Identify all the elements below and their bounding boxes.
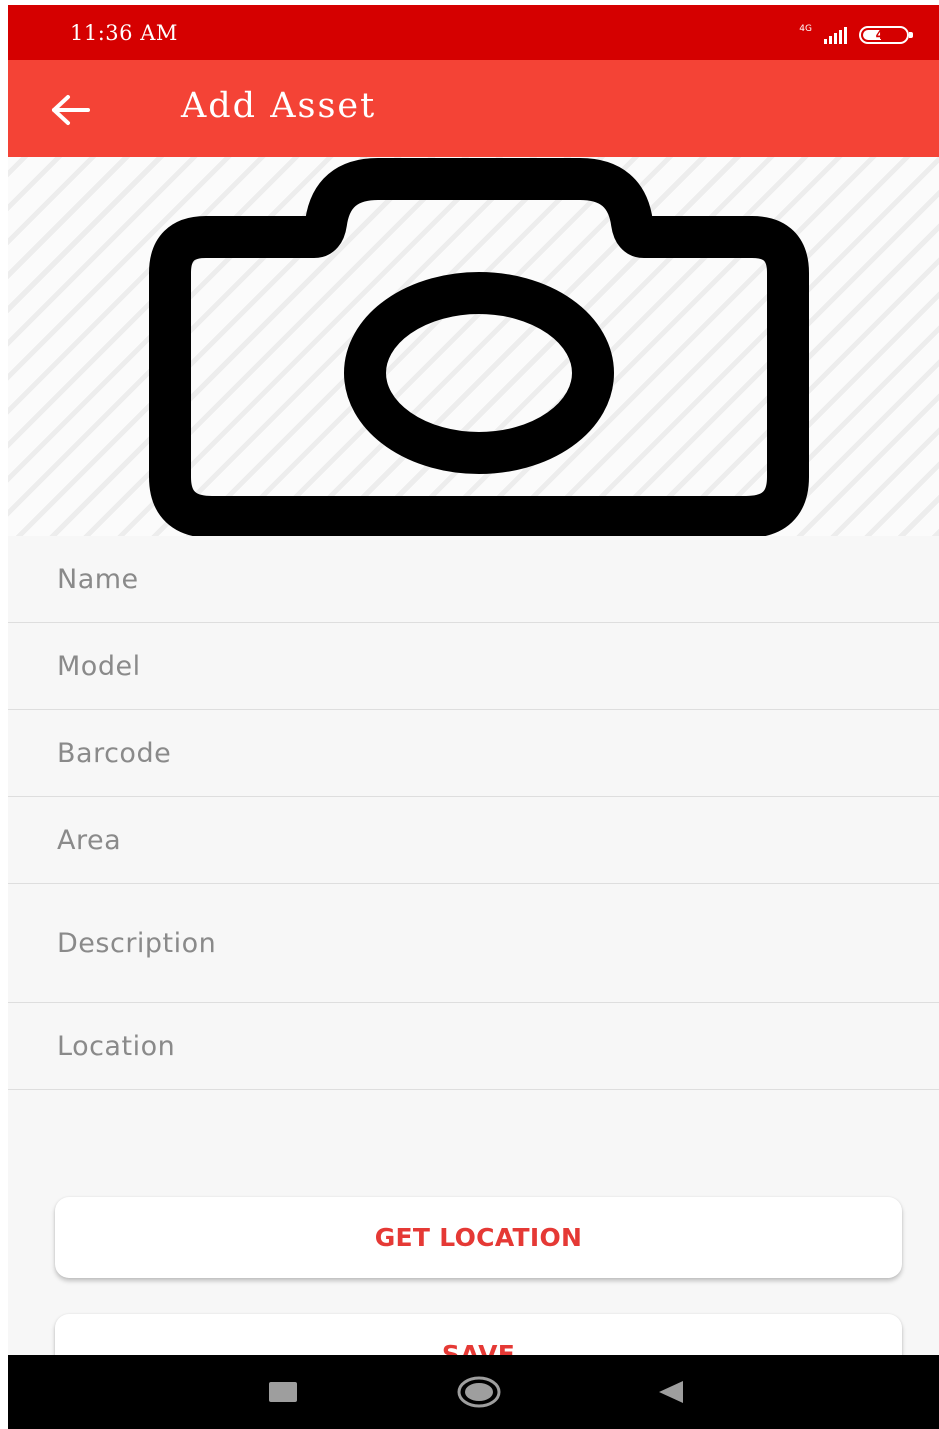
phone-screen: 11:36 AM 4G 41 Add Asset Name Model Barc… [8, 5, 939, 1429]
square-icon [269, 1382, 297, 1402]
asset-photo-picker[interactable] [8, 157, 939, 537]
back-button[interactable] [48, 88, 108, 132]
circle-icon [457, 1376, 501, 1408]
model-input[interactable] [8, 623, 939, 709]
system-nav-bar [8, 1355, 939, 1429]
location-input[interactable] [8, 1003, 939, 1089]
arrow-left-icon [52, 95, 90, 125]
recents-button[interactable] [243, 1355, 323, 1429]
description-input[interactable] [8, 884, 939, 1002]
home-button[interactable] [439, 1355, 519, 1429]
status-time: 11:36 AM [70, 21, 178, 45]
area-input[interactable] [8, 797, 939, 883]
status-indicators: 4G 41 [799, 21, 913, 49]
camera-icon [149, 158, 809, 537]
network-type-label: 4G [799, 23, 812, 34]
battery-icon: 41 [859, 26, 913, 44]
area-field-row [8, 797, 939, 884]
triangle-back-icon [659, 1381, 683, 1403]
battery-level-text: 41 [875, 28, 893, 42]
page-title: Add Asset [181, 86, 377, 126]
model-field-row [8, 623, 939, 710]
location-field-row [8, 1003, 939, 1090]
app-bar: Add Asset [8, 60, 939, 157]
barcode-field-row [8, 710, 939, 797]
signal-icon [824, 26, 847, 44]
get-location-button[interactable]: GET LOCATION [55, 1197, 902, 1278]
name-field-row [8, 536, 939, 623]
status-bar: 11:36 AM 4G 41 [8, 5, 939, 60]
asset-form [8, 536, 939, 1090]
description-field-row [8, 884, 939, 1003]
name-input[interactable] [8, 536, 939, 622]
barcode-input[interactable] [8, 710, 939, 796]
system-back-button[interactable] [631, 1355, 711, 1429]
